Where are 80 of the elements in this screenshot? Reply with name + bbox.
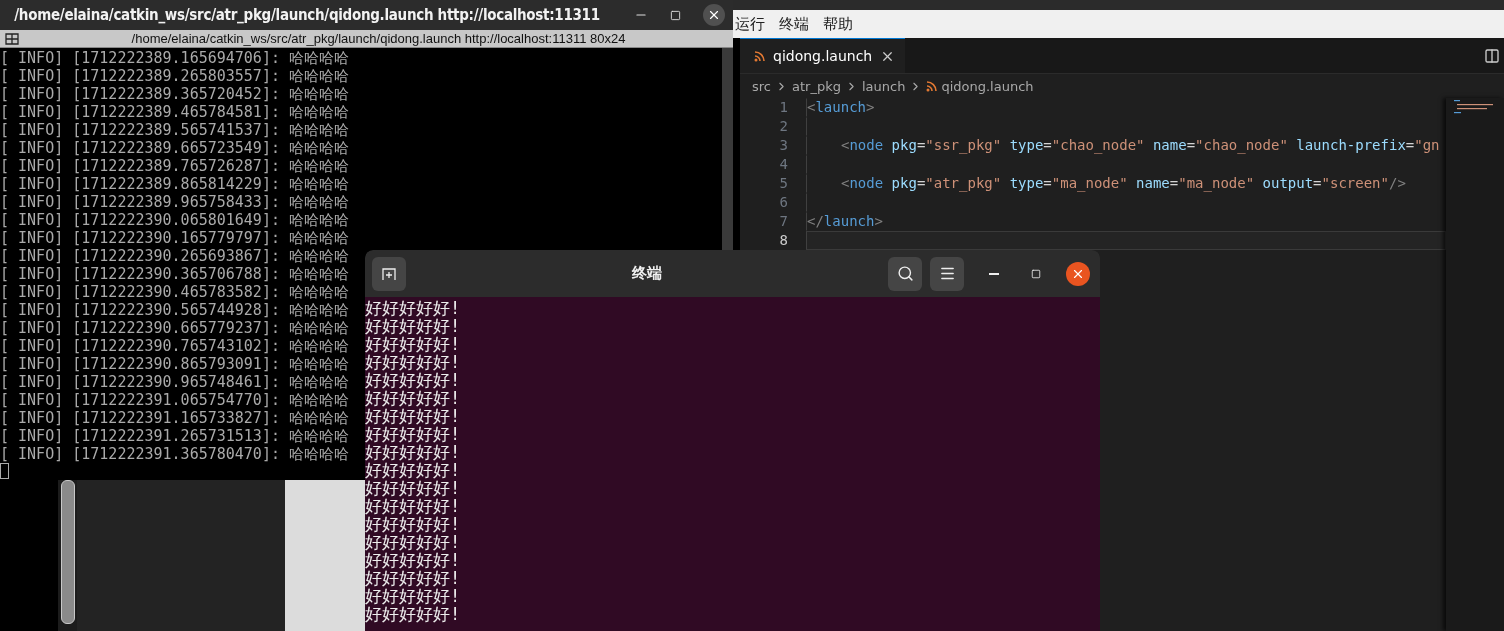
- window-title: /home/elaina/catkin_ws/src/atr_pkg/launch/qidong.launch http://localhost:11311: [13, 6, 601, 24]
- log-line: [ INFO] [1712222391.065754770]: 哈哈哈哈: [0, 391, 349, 409]
- maximize-icon[interactable]: [670, 9, 681, 21]
- new-tab-button[interactable]: [372, 256, 406, 291]
- window-title: 终端: [631, 264, 663, 283]
- log-line: [ INFO] [1712222389.665723549]: 哈哈哈哈: [0, 139, 349, 157]
- search-icon: [896, 265, 914, 282]
- output-line: 好好好好好!: [365, 479, 461, 497]
- log-line: [ INFO] [1712222390.665779237]: 哈哈哈哈: [0, 319, 349, 337]
- log-line: [ INFO] [1712222390.265693867]: 哈哈哈哈: [0, 247, 349, 265]
- log-line: [ INFO] [1712222389.565741537]: 哈哈哈哈: [0, 121, 349, 139]
- menu-item[interactable]: 终端: [779, 14, 809, 34]
- output-line: 好好好好好!: [365, 443, 461, 461]
- window-subtitle: /home/elaina/catkin_ws/src/atr_pkg/launch/qidong.launch http://localhost:11311 80x24: [130, 31, 627, 46]
- log-line: [ INFO] [1712222390.465783582]: 哈哈哈哈: [0, 283, 349, 301]
- close-button[interactable]: [703, 4, 725, 26]
- line-number: 3: [778, 136, 789, 155]
- output-line: 好好好好好!: [365, 407, 461, 425]
- scrollbar[interactable]: [722, 48, 733, 250]
- editor-tab[interactable]: qidong.launch: [740, 38, 906, 73]
- minimap-drawing[interactable]: [1454, 100, 1494, 114]
- rss-icon: [926, 80, 938, 92]
- output-line: 好好好好好!: [365, 335, 461, 353]
- menu-button[interactable]: [930, 256, 964, 291]
- breadcrumb[interactable]: src: [752, 78, 771, 94]
- output-line: 好好好好好!: [365, 533, 461, 551]
- output-line: 好好好好好!: [365, 587, 461, 605]
- line-number: 8: [778, 231, 789, 250]
- log-line: [ INFO] [1712222389.765726287]: 哈哈哈哈: [0, 157, 349, 175]
- log-line: [ INFO] [1712222389.165694706]: 哈哈哈哈: [0, 49, 349, 67]
- menu-item[interactable]: 帮助: [823, 14, 853, 34]
- close-icon: [707, 8, 721, 22]
- log-line: [ INFO] [1712222391.265731513]: 哈哈哈哈: [0, 427, 349, 445]
- line-number: 4: [778, 155, 789, 174]
- log-line: [ INFO] [1712222390.565744928]: 哈哈哈哈: [0, 301, 349, 319]
- log-line: [ INFO] [1712222389.965758433]: 哈哈哈哈: [0, 193, 349, 211]
- scrollbar[interactable]: [58, 480, 77, 631]
- new-tab-icon: [381, 265, 397, 282]
- output-line: 好好好好好!: [365, 389, 461, 407]
- log-line: [ INFO] [1712222390.865793091]: 哈哈哈哈: [0, 355, 349, 373]
- maximize-icon: [1031, 268, 1041, 279]
- output-line: 好好好好好!: [365, 317, 461, 335]
- output-line: 好好好好好!: [365, 299, 461, 317]
- log-line: [ INFO] [1712222391.365780470]: 哈哈哈哈: [0, 445, 349, 463]
- rss-icon: [754, 50, 765, 62]
- menu-item[interactable]: 运行: [735, 14, 765, 34]
- log-line: [ INFO] [1712222390.065801649]: 哈哈哈哈: [0, 211, 349, 229]
- log-line: [ INFO] [1712222390.765743102]: 哈哈哈哈: [0, 337, 349, 355]
- text-cursor: [0, 463, 9, 479]
- log-line: [ INFO] [1712222390.165779797]: 哈哈哈哈: [0, 229, 349, 247]
- output-line: 好好好好好!: [365, 569, 461, 587]
- output-line: 好好好好好!: [365, 425, 461, 443]
- breadcrumb[interactable]: atr_pkg: [792, 78, 841, 94]
- minimize-icon: [989, 272, 999, 275]
- line-number: 1: [778, 98, 789, 117]
- log-line: [ INFO] [1712222389.865814229]: 哈哈哈哈: [0, 175, 349, 193]
- line-number: 5: [778, 174, 789, 193]
- menu-icon: [938, 265, 956, 282]
- output-line: 好好好好好!: [365, 461, 461, 479]
- split-editor-icon[interactable]: [1484, 47, 1500, 64]
- breadcrumb[interactable]: launch: [861, 78, 906, 94]
- log-line: [ INFO] [1712222389.265803557]: 哈哈哈哈: [0, 67, 349, 85]
- log-line: [ INFO] [1712222389.365720452]: 哈哈哈哈: [0, 85, 349, 103]
- line-number: 7: [778, 212, 789, 231]
- output-line: 好好好好好!: [365, 371, 461, 389]
- close-button[interactable]: [1066, 261, 1090, 286]
- breadcrumb[interactable]: qidong.launch: [941, 78, 1034, 94]
- output-line: 好好好好好!: [365, 353, 461, 371]
- line-number: 6: [778, 193, 789, 212]
- line-number: 2: [778, 117, 789, 136]
- log-line: [ INFO] [1712222390.365706788]: 哈哈哈哈: [0, 265, 349, 283]
- log-line: [ INFO] [1712222390.965748461]: 哈哈哈哈: [0, 373, 349, 391]
- grid-icon[interactable]: [5, 32, 19, 45]
- search-button[interactable]: [888, 256, 922, 291]
- log-line: [ INFO] [1712222391.165733827]: 哈哈哈哈: [0, 409, 349, 427]
- output-line: 好好好好好!: [365, 515, 461, 533]
- output-line: 好好好好好!: [365, 605, 461, 623]
- log-line: [ INFO] [1712222389.465784581]: 哈哈哈哈: [0, 103, 349, 121]
- output-line: 好好好好好!: [365, 551, 461, 569]
- output-line: 好好好好好!: [365, 497, 461, 515]
